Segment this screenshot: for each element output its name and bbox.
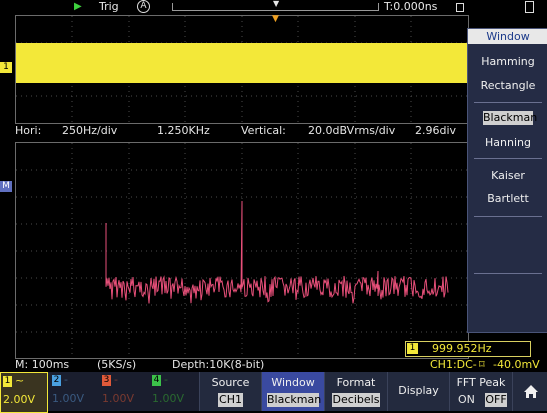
freq-value: 999.952Hz	[432, 342, 492, 355]
window-value: Blackman	[267, 393, 322, 407]
ch1-volts: 2.00V	[3, 393, 36, 406]
menu-divider	[474, 102, 542, 103]
center-frequency: 1.250KHz	[157, 124, 210, 137]
ch2-coupling: -	[64, 373, 68, 386]
trigger-edge-icon: ⌑	[479, 358, 485, 371]
source-value: CH1	[218, 393, 243, 407]
ch1-marker[interactable]: 1	[0, 62, 12, 73]
vertical-offset: 2.96div	[415, 124, 457, 137]
play-icon[interactable]: ▶	[74, 0, 82, 13]
vertical-value: 20.0dBVrms/div	[308, 124, 396, 137]
frequency-counter: 1 999.952Hz	[405, 341, 531, 357]
ch4-volts: 1.00V	[152, 392, 185, 405]
hori-value: 250Hz/div	[62, 124, 118, 137]
hori-label: Hori:	[15, 124, 42, 137]
ch4-coupling: -	[164, 373, 168, 386]
menu-divider	[474, 216, 542, 217]
fft-peak-label: FFT Peak	[456, 376, 506, 389]
ch1-trace	[16, 43, 468, 83]
trigger-position-icon: ▼	[273, 0, 280, 8]
format-button[interactable]: Format Decibels	[324, 372, 387, 411]
window-type-menu: Window Hamming Rectangle Blackman Hannin…	[467, 28, 547, 333]
ch3-volts: 1.00V	[102, 392, 135, 405]
ch1-number: 1	[3, 376, 12, 387]
menu-item-hamming[interactable]: Hamming	[468, 55, 547, 68]
menu-item-bartlett[interactable]: Bartlett	[468, 192, 547, 205]
trigger-timeline: ▼	[172, 0, 379, 11]
sample-rate: (5KS/s)	[97, 358, 137, 371]
freq-channel: 1	[407, 343, 418, 354]
ch1-block[interactable]: 1 ~ 2.00V	[0, 372, 48, 413]
bottom-menu: 1 ~ 2.00V 2 - 1.00V 3 - 1.00V 4 - 1.00V …	[0, 372, 547, 413]
lock-icon	[456, 3, 464, 12]
menu-divider	[474, 273, 542, 274]
trigger-source: CH1:DC-	[430, 358, 477, 371]
ch3-number: 3	[102, 375, 111, 386]
top-status-bar: ▶ Trig A ▼ T:0.000ns	[0, 0, 547, 14]
ch4-number: 4	[152, 375, 161, 386]
waveform-overview: ▼	[15, 14, 469, 124]
display-label: Display	[398, 384, 439, 397]
window-button[interactable]: Window Blackman	[261, 372, 324, 411]
ch4-block[interactable]: 4 - 1.00V	[150, 372, 198, 411]
fft-peak-on: ON	[458, 393, 475, 406]
menu-item-kaiser[interactable]: Kaiser	[468, 169, 547, 182]
menu-item-rectangle[interactable]: Rectangle	[468, 79, 547, 92]
display-button[interactable]: Display	[387, 372, 449, 411]
home-icon	[524, 385, 538, 398]
trigger-status: Trig	[99, 0, 119, 13]
math-marker[interactable]: M	[0, 181, 12, 192]
trigger-marker-icon: ▼	[272, 14, 279, 24]
window-menu-title: Window	[468, 29, 547, 44]
vertical-label: Vertical:	[241, 124, 286, 137]
battery-icon	[525, 1, 534, 13]
timebase: M: 100ms	[15, 358, 70, 371]
source-label: Source	[211, 376, 250, 389]
menu-divider	[474, 158, 542, 159]
format-value: Decibels	[332, 393, 380, 407]
ch2-block[interactable]: 2 - 1.00V	[50, 372, 98, 411]
fft-info-bar: Hori: 250Hz/div 1.250KHz Vertical: 20.0d…	[0, 124, 465, 138]
auto-mode-icon: A	[137, 0, 150, 13]
menu-item-blackman[interactable]: Blackman	[483, 111, 537, 125]
ch3-block[interactable]: 3 - 1.00V	[100, 372, 148, 411]
home-button[interactable]	[512, 372, 547, 411]
fft-peak-off: OFF	[485, 393, 507, 407]
memory-depth: Depth:10K(8-bit)	[172, 358, 265, 371]
ch1-coupling: ~	[15, 374, 25, 387]
status-bar: M: 100ms (5KS/s) Depth:10K(8-bit) CH1:DC…	[0, 358, 547, 371]
ch2-number: 2	[52, 375, 61, 386]
menu-item-hanning[interactable]: Hanning	[468, 136, 547, 149]
format-label: Format	[336, 376, 376, 389]
fft-plot	[16, 143, 468, 358]
trigger-level: -40.0mV	[493, 358, 540, 371]
window-label: Window	[271, 376, 315, 389]
fft-display	[15, 142, 469, 359]
trigger-time: T:0.000ns	[384, 0, 438, 13]
source-button[interactable]: Source CH1	[199, 372, 261, 411]
ch2-volts: 1.00V	[52, 392, 85, 405]
fft-spectrum-trace	[105, 200, 449, 304]
ch3-coupling: -	[114, 373, 118, 386]
fft-peak-button[interactable]: FFT Peak ON OFF	[449, 372, 512, 411]
